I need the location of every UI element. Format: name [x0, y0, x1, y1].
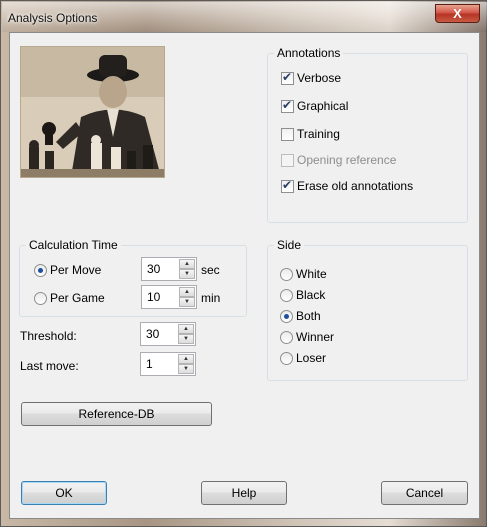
chess-player-illustration: [21, 47, 164, 177]
side-black-label: Black: [296, 288, 326, 302]
last-move-value[interactable]: 1: [146, 357, 153, 371]
spin-up-arrow-icon[interactable]: ▲: [179, 259, 195, 269]
erase-old-annotations-checkbox[interactable]: [281, 178, 294, 193]
title-bar[interactable]: Analysis Options X: [2, 2, 487, 32]
per-move-value[interactable]: 30: [147, 262, 160, 276]
verbose-checkbox[interactable]: [281, 70, 294, 85]
opening-reference-checkbox: [281, 154, 294, 167]
per-game-radio[interactable]: [34, 292, 47, 305]
threshold-value[interactable]: 30: [146, 327, 159, 341]
side-loser-radio[interactable]: [280, 352, 293, 365]
dialog-client-area: Annotations Verbose Graphical Training O…: [9, 32, 480, 519]
verbose-label: Verbose: [297, 71, 342, 85]
erase-old-annotations-label: Erase old annotations: [297, 179, 414, 193]
help-button[interactable]: Help: [201, 481, 287, 505]
spin-down-arrow-icon[interactable]: ▼: [178, 364, 194, 374]
spin-up-arrow-icon[interactable]: ▲: [178, 354, 194, 364]
per-move-spinner[interactable]: 30 ▲ ▼: [141, 257, 197, 281]
side-black-radio[interactable]: [280, 289, 293, 302]
side-both-label: Both: [296, 309, 321, 323]
per-game-unit: min: [201, 291, 221, 305]
window-title: Analysis Options: [8, 11, 98, 25]
side-group-label: Side: [274, 238, 305, 252]
spin-down-arrow-icon[interactable]: ▼: [179, 297, 195, 307]
per-game-value[interactable]: 10: [147, 290, 160, 304]
per-game-label: Per Game: [50, 291, 105, 305]
per-game-spinner[interactable]: 10 ▲ ▼: [141, 285, 197, 309]
ok-button[interactable]: OK: [21, 481, 107, 505]
spin-up-arrow-icon[interactable]: ▲: [179, 287, 195, 297]
per-move-unit: sec: [201, 263, 220, 277]
side-winner-radio[interactable]: [280, 331, 293, 344]
side-white-label: White: [296, 267, 327, 281]
spin-up-arrow-icon[interactable]: ▲: [178, 324, 194, 334]
calculation-time-group: Calculation Time Per Move 30 ▲ ▼ sec Per…: [19, 238, 247, 317]
per-move-label: Per Move: [50, 263, 102, 277]
last-move-label: Last move:: [20, 359, 79, 373]
threshold-label: Threshold:: [20, 329, 77, 343]
side-white-radio[interactable]: [280, 268, 293, 281]
side-both-radio[interactable]: [280, 310, 293, 323]
graphical-label: Graphical: [297, 99, 349, 113]
cancel-button[interactable]: Cancel: [381, 481, 468, 505]
player-photo: [20, 46, 165, 178]
threshold-spinner[interactable]: 30 ▲ ▼: [140, 322, 196, 346]
spin-down-arrow-icon[interactable]: ▼: [179, 269, 195, 279]
side-group: Side White Black Both Winner Loser: [267, 238, 468, 381]
graphical-checkbox[interactable]: [281, 98, 294, 113]
training-label: Training: [297, 127, 340, 141]
annotations-group-label: Annotations: [274, 46, 344, 60]
close-button[interactable]: X: [435, 4, 480, 23]
last-move-spinner[interactable]: 1 ▲ ▼: [140, 352, 196, 376]
dialog-window: Analysis Options X Annotations ✔ Verbose…: [0, 0, 487, 527]
calculation-time-group-label: Calculation Time: [26, 238, 121, 252]
side-loser-label: Loser: [296, 351, 327, 365]
spin-down-arrow-icon[interactable]: ▼: [178, 334, 194, 344]
annotations-group: Annotations Verbose Graphical Training O…: [267, 46, 468, 223]
opening-reference-label: Opening reference: [297, 153, 397, 167]
per-move-radio[interactable]: [34, 264, 47, 277]
reference-db-button[interactable]: Reference-DB: [21, 402, 212, 426]
training-checkbox[interactable]: [281, 128, 294, 141]
side-winner-label: Winner: [296, 330, 335, 344]
